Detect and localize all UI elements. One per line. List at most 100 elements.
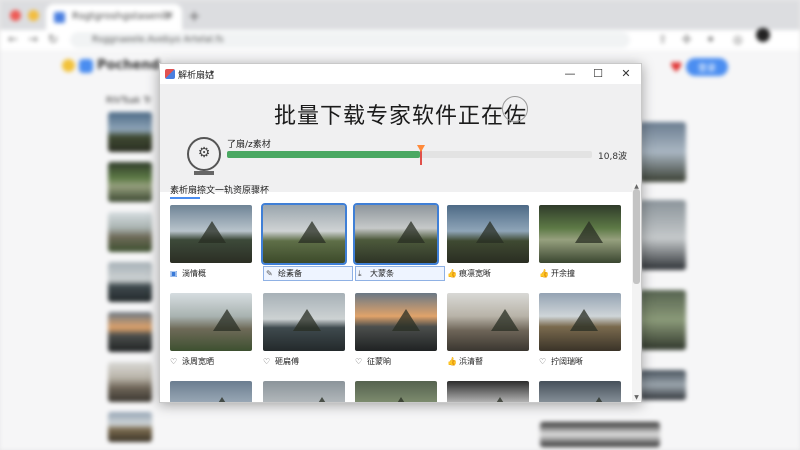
heart-icon[interactable]: ♡ — [263, 357, 272, 366]
image-card[interactable] — [539, 381, 621, 402]
image-card[interactable]: ♡ 拧阔瑞晰 — [539, 293, 621, 366]
progress-size: 10,8波 — [598, 152, 628, 162]
thumbnail-silhouette — [293, 309, 321, 331]
image-card[interactable]: ♡ 泳周宽晒 — [170, 293, 252, 366]
image-thumbnail[interactable] — [355, 293, 437, 351]
thumbnail-silhouette — [208, 397, 236, 402]
share-icon[interactable]: ⇪ — [658, 33, 667, 46]
address-bar[interactable]: Rsggnaeele.Avebyo Artelal.fs — [70, 32, 630, 48]
image-thumbnail[interactable] — [355, 381, 437, 402]
browser-tab[interactable]: Rsgtgroshgstasenlb ✕ — [46, 4, 182, 30]
minimize-dot[interactable] — [28, 10, 39, 21]
thumb-icon[interactable]: 👍 — [447, 357, 457, 366]
image-thumbnail[interactable] — [170, 381, 252, 402]
image-card[interactable] — [447, 381, 529, 402]
page-title: 批量下载专家软件正在佐 — [273, 104, 527, 129]
bookmark-icon[interactable]: ✦ — [706, 33, 715, 46]
thumb-icon[interactable]: 👍 — [447, 269, 457, 278]
heart-icon[interactable]: ♥ — [670, 60, 683, 76]
sun-icon — [62, 59, 75, 72]
title-ring-icon — [502, 96, 528, 122]
thumb-icon[interactable]: 👍 — [539, 269, 549, 278]
image-card[interactable]: ⤓ 大蒙条 — [353, 203, 445, 281]
minimize-button[interactable]: — — [556, 64, 584, 84]
image-card[interactable]: ♡ 征蒙晌 — [355, 293, 437, 366]
image-card[interactable]: ▣ 淌情概 — [170, 205, 252, 278]
card-caption: 👍 开余撞 — [539, 268, 629, 279]
image-thumbnail[interactable] — [539, 205, 621, 263]
profile-icon[interactable]: ◎ — [733, 33, 743, 46]
thumbnail-silhouette — [213, 309, 241, 331]
background-thumbnail — [108, 262, 152, 302]
site-name: Pochend — [97, 58, 160, 73]
background-thumbnail — [108, 162, 152, 202]
image-thumbnail[interactable] — [539, 293, 621, 351]
background-thumbnail — [640, 122, 686, 182]
card-label: 浜清瞽 — [459, 357, 483, 366]
image-card[interactable] — [170, 381, 252, 402]
image-card[interactable]: ♡ 砸扁傅 — [263, 293, 345, 366]
download-icon[interactable]: ⤓ — [358, 269, 367, 279]
scroll-thumb[interactable] — [633, 189, 640, 284]
card-caption: ♡ 征蒙晌 — [355, 356, 445, 367]
maximize-button[interactable]: ☐ — [584, 64, 612, 84]
image-thumbnail[interactable] — [170, 293, 252, 351]
site-logo[interactable]: Pochend — [62, 58, 160, 73]
favicon-icon — [54, 12, 65, 23]
card-caption: ♡ 泳周宽晒 — [170, 356, 260, 367]
avatar[interactable] — [756, 28, 770, 42]
progress-marker-icon[interactable] — [417, 145, 426, 165]
section-heading: RIVTsak Tr — [106, 96, 152, 106]
close-tab-icon[interactable]: ✕ — [166, 10, 174, 21]
card-label: 征蒙晌 — [367, 357, 391, 366]
close-dot[interactable] — [10, 10, 21, 21]
download-dialog: 解析扇姑 ▾ — ☐ ✕ 批量下载专家软件正在佐 ⚙ 了扇/z素材 10,8波 … — [159, 63, 642, 403]
browser-toolbar: ← → ↻ Rsggnaeele.Avebyo Artelal.fs ⇪ ✣ ✦… — [0, 30, 800, 50]
thumbnail-silhouette — [392, 309, 420, 331]
card-label: 大蒙条 — [370, 269, 394, 278]
image-card[interactable]: 👍 痕凛宽晰 — [447, 205, 529, 278]
image-thumbnail[interactable] — [447, 293, 529, 351]
thumbnail-silhouette — [570, 309, 598, 331]
image-card[interactable]: 👍 浜清瞽 — [447, 293, 529, 366]
image-thumbnail[interactable] — [170, 205, 252, 263]
image-card[interactable]: 👍 开余撞 — [539, 205, 621, 278]
forward-icon[interactable]: → — [28, 32, 38, 46]
image-card[interactable] — [355, 381, 437, 402]
image-card[interactable]: ✎ 绘素备 — [261, 203, 353, 281]
card-label: 拧阔瑞晰 — [551, 357, 583, 366]
image-thumbnail[interactable] — [447, 381, 529, 402]
image-thumbnail[interactable] — [261, 203, 347, 265]
back-icon[interactable]: ← — [8, 32, 18, 46]
background-thumbnail — [640, 290, 686, 350]
image-card[interactable] — [263, 381, 345, 402]
thumbnail-silhouette — [397, 221, 425, 243]
dialog-header: 批量下载专家软件正在佐 ⚙ 了扇/z素材 10,8波 — [160, 84, 641, 192]
progress-fill — [227, 151, 421, 158]
tile-icon[interactable]: ▣ — [170, 269, 179, 278]
card-caption: ♡ 拧阔瑞晰 — [539, 356, 629, 367]
background-thumbnail — [108, 312, 152, 352]
image-thumbnail[interactable] — [353, 203, 439, 265]
icon-stand — [194, 171, 214, 175]
scrollbar[interactable]: ▲ ▼ — [632, 183, 641, 401]
signup-button[interactable]: 登录 — [686, 58, 728, 76]
reload-icon[interactable]: ↻ — [48, 32, 58, 46]
close-button[interactable]: ✕ — [612, 64, 640, 84]
card-caption: ♡ 砸扁傅 — [263, 356, 353, 367]
image-thumbnail[interactable] — [539, 381, 621, 402]
image-thumbnail[interactable] — [447, 205, 529, 263]
card-label: 绘素备 — [278, 269, 302, 278]
heart-icon[interactable]: ♡ — [170, 357, 179, 366]
new-tab-icon[interactable]: + — [188, 7, 201, 25]
heart-icon[interactable]: ♡ — [539, 357, 548, 366]
extension-icon[interactable]: ✣ — [682, 33, 691, 46]
scroll-down-icon[interactable]: ▼ — [632, 394, 641, 401]
image-thumbnail[interactable] — [263, 293, 345, 351]
heart-icon[interactable]: ♡ — [355, 357, 364, 366]
image-thumbnail[interactable] — [263, 381, 345, 402]
tab-title: Rsgtgroshgstasenlb — [72, 11, 171, 22]
chevron-down-icon[interactable]: ▾ — [210, 68, 214, 77]
thumbnail-silhouette — [308, 397, 336, 402]
pencil-icon[interactable]: ✎ — [266, 269, 275, 278]
